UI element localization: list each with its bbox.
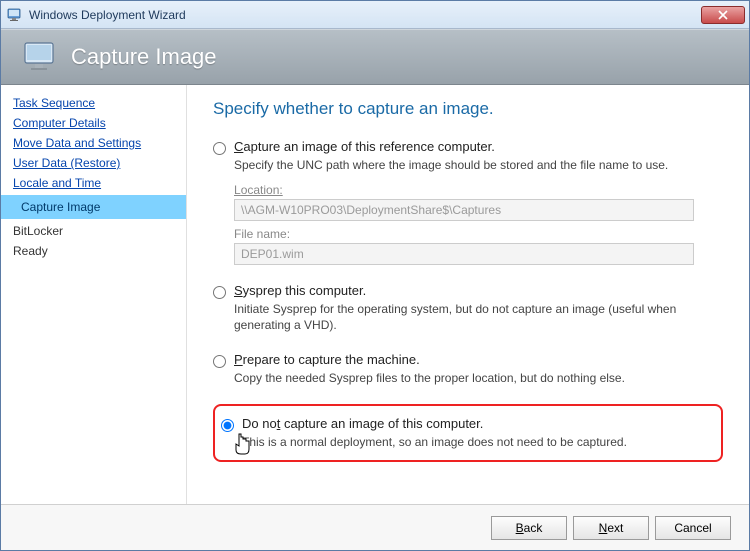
cursor-icon — [231, 432, 253, 458]
option-prepare-desc: Copy the needed Sysprep files to the pro… — [234, 370, 723, 386]
option-donot-label: Do not capture an image of this computer… — [242, 416, 483, 431]
sidebar-item-user-data[interactable]: User Data (Restore) — [1, 153, 186, 173]
sidebar-item-move-data[interactable]: Move Data and Settings — [1, 133, 186, 153]
sidebar-item-bitlocker: BitLocker — [1, 221, 186, 241]
option-capture-desc: Specify the UNC path where the image sho… — [234, 157, 723, 173]
location-label: Location: — [234, 183, 723, 197]
main-panel: Specify whether to capture an image. Cap… — [187, 85, 749, 504]
filename-input — [234, 243, 694, 265]
option-capture-label: Capture an image of this reference compu… — [234, 139, 495, 154]
option-capture-row[interactable]: Capture an image of this reference compu… — [213, 139, 723, 155]
option-donot-highlight: Do not capture an image of this computer… — [213, 404, 723, 462]
window-title: Windows Deployment Wizard — [29, 8, 186, 22]
sidebar-item-ready: Ready — [1, 241, 186, 261]
location-input — [234, 199, 694, 221]
radio-sysprep[interactable] — [213, 286, 226, 299]
back-button[interactable]: Back — [491, 516, 567, 540]
radio-capture[interactable] — [213, 142, 226, 155]
radio-donot[interactable] — [221, 419, 234, 432]
wizard-window: Windows Deployment Wizard Capture Image … — [0, 0, 750, 551]
cancel-button[interactable]: Cancel — [655, 516, 731, 540]
option-sysprep-desc: Initiate Sysprep for the operating syste… — [234, 301, 723, 333]
footer: Back Next Cancel — [1, 504, 749, 550]
option-donot-desc: This is a normal deployment, so an image… — [242, 434, 711, 450]
close-icon — [718, 10, 728, 20]
app-icon — [7, 7, 23, 23]
radio-prepare[interactable] — [213, 355, 226, 368]
option-prepare-row[interactable]: Prepare to capture the machine. — [213, 352, 723, 368]
filename-label: File name: — [234, 227, 723, 241]
page-title: Capture Image — [71, 44, 217, 70]
page-heading: Specify whether to capture an image. — [213, 99, 723, 119]
sidebar-item-locale[interactable]: Locale and Time — [1, 173, 186, 193]
option-prepare-label: Prepare to capture the machine. — [234, 352, 420, 367]
option-sysprep-row[interactable]: Sysprep this computer. — [213, 283, 723, 299]
page-header: Capture Image — [1, 29, 749, 85]
option-donot-row[interactable]: Do not capture an image of this computer… — [221, 416, 711, 432]
option-sysprep: Sysprep this computer. Initiate Sysprep … — [213, 283, 723, 333]
sidebar-item-computer-details[interactable]: Computer Details — [1, 113, 186, 133]
sidebar-item-capture-image[interactable]: Capture Image — [1, 195, 186, 219]
option-prepare: Prepare to capture the machine. Copy the… — [213, 352, 723, 386]
body: Task Sequence Computer Details Move Data… — [1, 85, 749, 504]
option-capture: Capture an image of this reference compu… — [213, 139, 723, 265]
sidebar-item-task-sequence[interactable]: Task Sequence — [1, 93, 186, 113]
close-button[interactable] — [701, 6, 745, 24]
next-button[interactable]: Next — [573, 516, 649, 540]
titlebar: Windows Deployment Wizard — [1, 1, 749, 29]
monitor-icon — [23, 40, 59, 74]
option-sysprep-label: Sysprep this computer. — [234, 283, 366, 298]
sidebar: Task Sequence Computer Details Move Data… — [1, 85, 187, 504]
